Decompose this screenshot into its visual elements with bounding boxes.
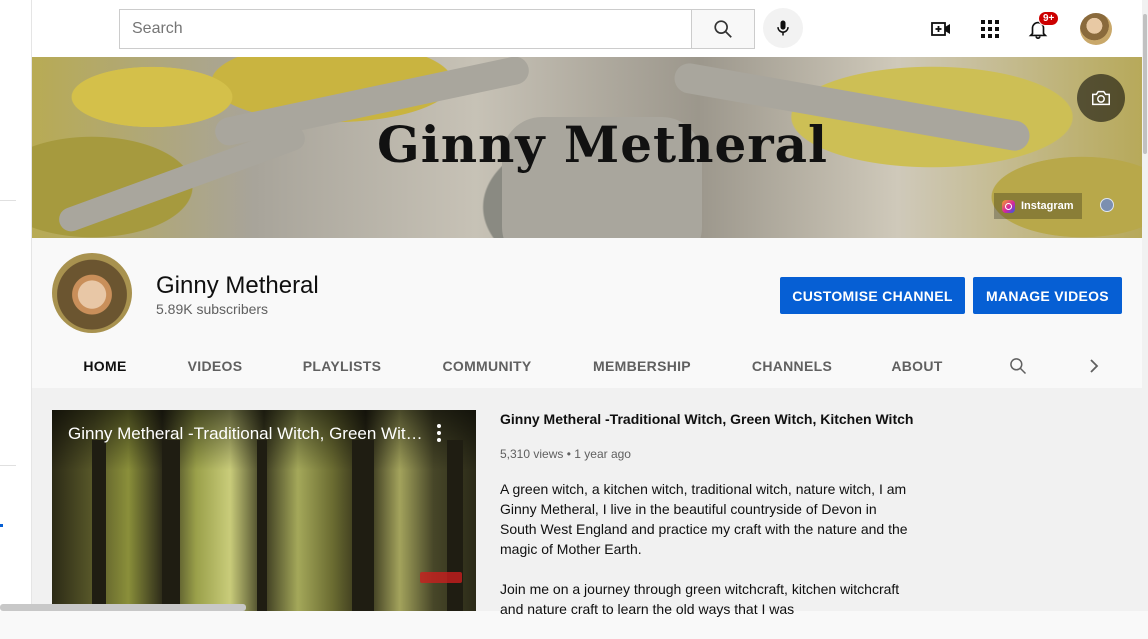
kebab-dot [437, 430, 441, 435]
instagram-link[interactable]: Instagram [994, 193, 1082, 219]
view-count: 5,310 views [500, 447, 564, 461]
sidebar-edge [0, 0, 32, 611]
search-input[interactable] [120, 10, 692, 48]
channel-search-button[interactable] [1006, 354, 1030, 378]
microphone-icon [777, 20, 789, 36]
video-frame-tree [447, 440, 463, 611]
youtube-watermark [420, 572, 462, 583]
video-frame-tree [162, 440, 180, 611]
sidebar-indicator [0, 524, 3, 527]
search-button[interactable] [691, 9, 755, 49]
camera-icon [1092, 90, 1110, 106]
meta-separator: • [566, 447, 571, 461]
channel-name: Ginny Metheral [156, 272, 319, 299]
featured-video-section: Ginny Metheral -Traditional Witch, Green… [32, 388, 1142, 617]
customise-channel-button[interactable]: CUSTOMISE CHANNEL [780, 277, 965, 314]
instagram-icon [1002, 199, 1015, 213]
video-description: A green witch, a kitchen witch, traditio… [500, 479, 910, 639]
description-paragraph: A green witch, a kitchen witch, traditio… [500, 481, 908, 557]
banner-branch [55, 123, 309, 235]
search-icon [1010, 358, 1027, 375]
horizontal-scrollbar[interactable] [0, 604, 246, 611]
page-scrollbar-thumb[interactable] [1143, 14, 1147, 154]
tab-community[interactable]: COMMUNITY [412, 344, 562, 388]
video-frame-tree [352, 440, 374, 611]
edit-banner-button[interactable] [1077, 74, 1125, 122]
banner-logo-text: Ginny Metheral [377, 115, 829, 174]
tab-about[interactable]: ABOUT [862, 344, 972, 388]
tab-channels[interactable]: CHANNELS [722, 344, 862, 388]
account-avatar[interactable] [1080, 13, 1112, 45]
voice-search-button[interactable] [763, 8, 803, 48]
channel-header: Ginny Metheral 5.89K subscribers CUSTOMI… [32, 238, 1142, 391]
tabs-next-button[interactable] [1082, 354, 1106, 378]
sidebar-divider [0, 200, 16, 201]
manage-videos-button[interactable]: MANAGE VIDEOS [973, 277, 1122, 314]
kebab-dot [437, 438, 441, 443]
tab-membership[interactable]: MEMBERSHIP [562, 344, 722, 388]
video-metadata: 5,310 views • 1 year ago [500, 447, 631, 461]
create-video-icon [931, 22, 950, 36]
sidebar-divider [0, 465, 16, 466]
channel-banner: Ginny Metheral Instagram [32, 57, 1142, 238]
chevron-right-icon [1090, 359, 1099, 373]
masthead: 9+ [32, 0, 1148, 57]
tab-videos[interactable]: VIDEOS [158, 344, 272, 388]
featured-video-player[interactable]: Ginny Metheral -Traditional Witch, Green… [52, 410, 476, 611]
search-box [119, 9, 692, 49]
notification-count-badge: 9+ [1038, 11, 1060, 26]
kebab-dot [437, 423, 441, 428]
tab-playlists[interactable]: PLAYLISTS [272, 344, 412, 388]
instagram-link-label: Instagram [1021, 200, 1074, 212]
player-title-overlay[interactable]: Ginny Metheral -Traditional Witch, Green… [68, 424, 428, 444]
video-frame-tree [92, 440, 106, 611]
subscriber-count: 5.89K subscribers [156, 301, 269, 317]
create-video-button[interactable] [925, 13, 957, 45]
upload-age: 1 year ago [574, 447, 631, 461]
video-frame-tree [257, 440, 267, 611]
apps-button[interactable] [974, 13, 1006, 45]
tab-home[interactable]: HOME [52, 344, 158, 391]
more-options-button[interactable] [432, 422, 446, 444]
channel-avatar[interactable] [52, 253, 132, 333]
apps-grid-icon [981, 20, 999, 38]
search-icon [714, 20, 732, 38]
featured-video-title[interactable]: Ginny Metheral -Traditional Witch, Green… [500, 411, 913, 427]
notifications-button[interactable]: 9+ [1022, 11, 1060, 45]
description-paragraph: Join me on a journey through green witch… [500, 581, 900, 617]
website-link-icon[interactable] [1100, 198, 1114, 212]
